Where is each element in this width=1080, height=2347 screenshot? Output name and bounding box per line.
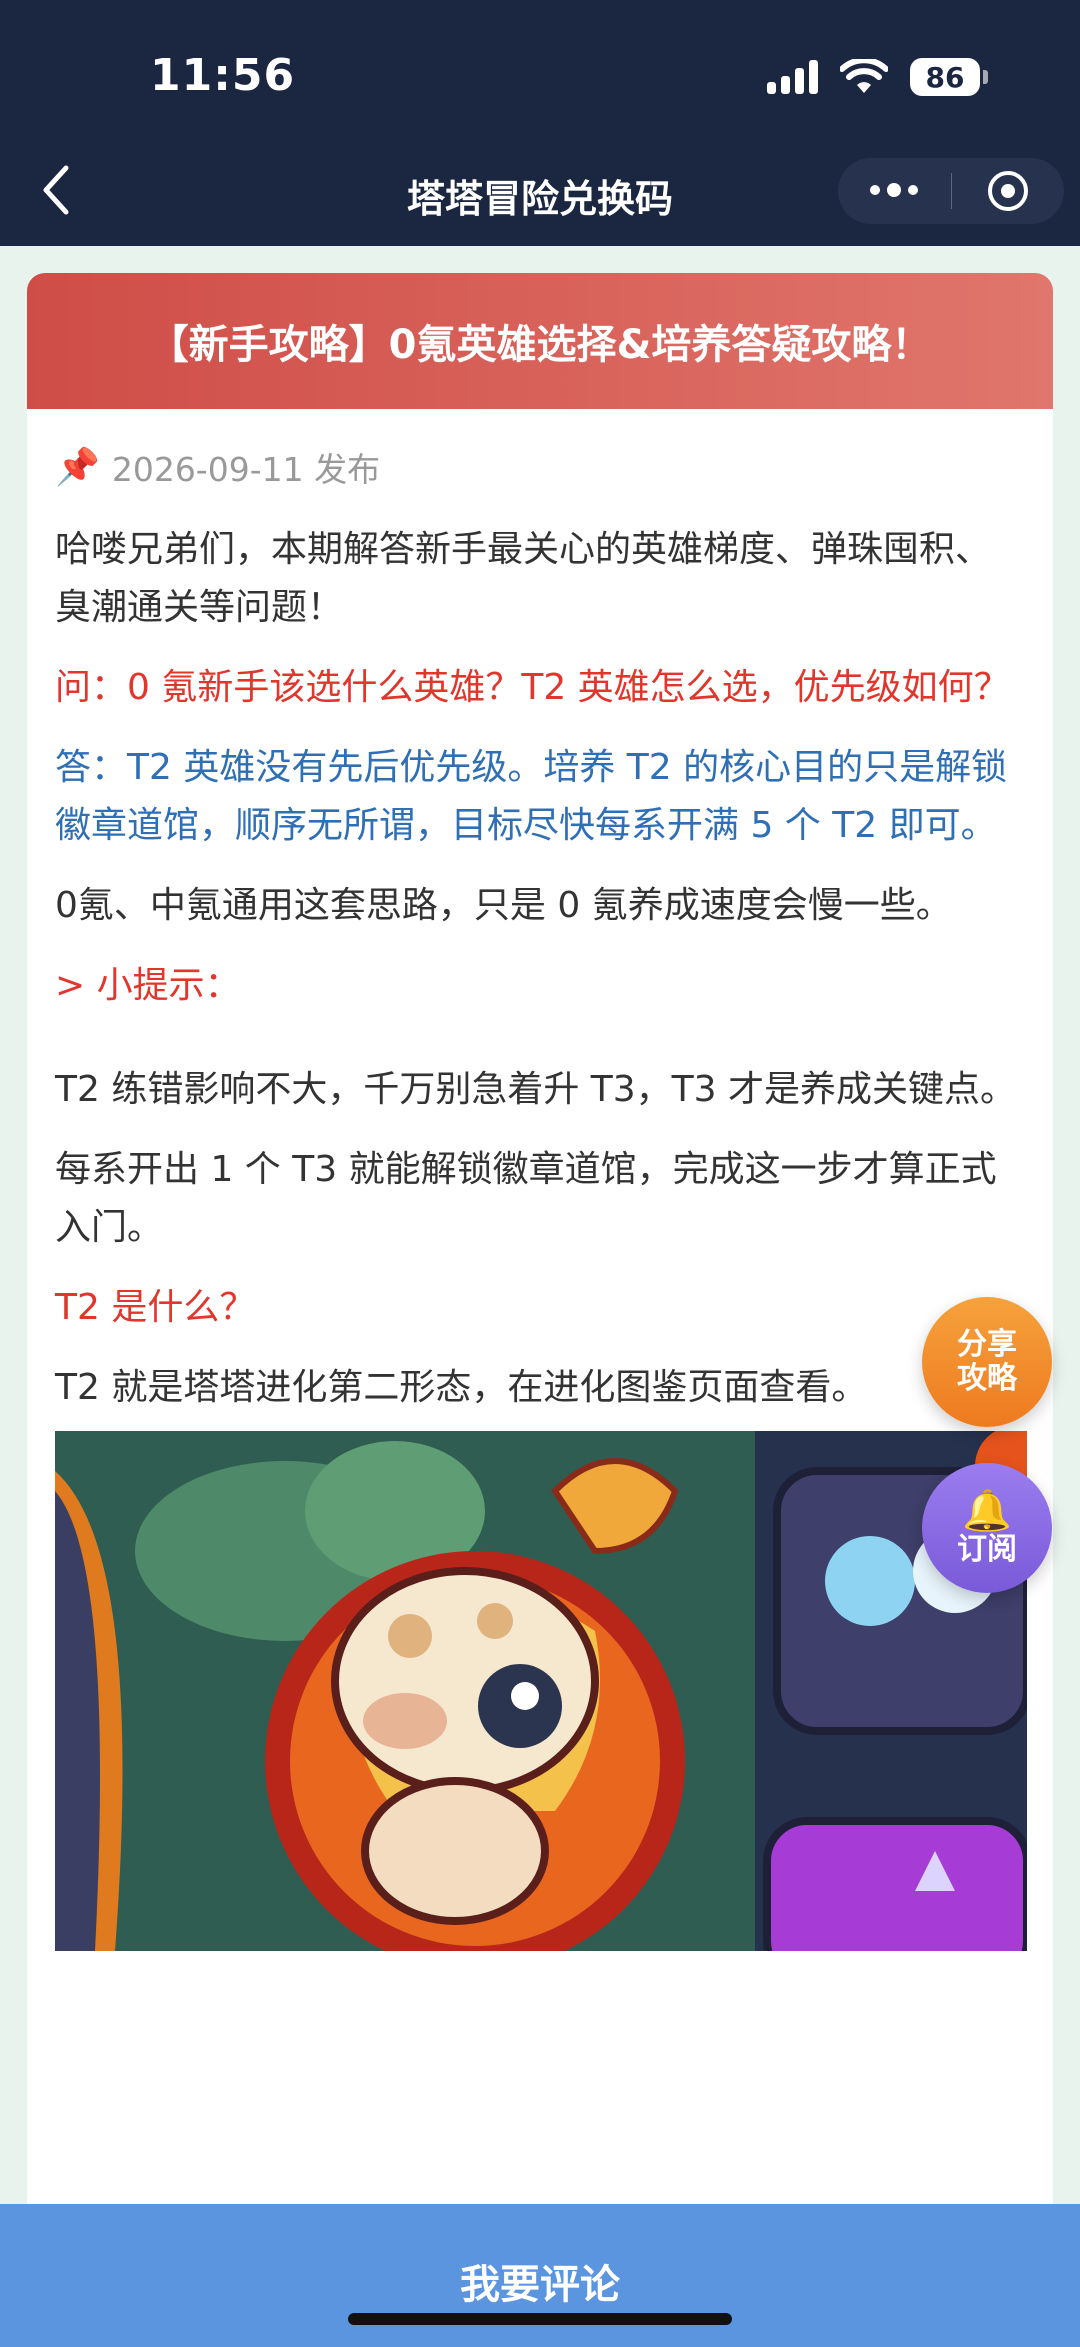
subscribe-button[interactable]: 🔔 订阅 — [922, 1463, 1052, 1593]
more-icon[interactable] — [838, 183, 951, 197]
tip-paragraph-1: T2 练错影响不大，千万别急着升 T3，T3 才是养成关键点。 — [55, 1069, 1017, 1110]
status-icons: 86 — [767, 58, 988, 96]
article-title: 【新手攻略】0氪英雄选择&培养答疑攻略！ — [27, 273, 1053, 409]
home-indicator[interactable] — [348, 2313, 732, 2325]
signal-icon — [767, 60, 818, 94]
article-content: 📌 2026-09-11 发布 哈喽兄弟们，本期解答新手最关心的英雄梯度、弹珠囤… — [27, 409, 1053, 1951]
comment-button[interactable]: 我要评论 — [0, 2204, 1080, 2347]
top-bar: 11:56 86 塔塔冒险兑换码 — [0, 0, 1080, 246]
battery-icon: 86 — [910, 58, 988, 96]
section-heading-t2: T2 是什么？ — [55, 1287, 256, 1328]
subscribe-label: 订阅 — [957, 1532, 1017, 1567]
date-text: 2026-09-11 发布 — [111, 450, 381, 489]
tip-heading: > 小提示： — [55, 965, 241, 1006]
close-mini-program-button[interactable] — [952, 171, 1065, 211]
article-card: 【新手攻略】0氪英雄选择&培养答疑攻略！ 📌 2026-09-11 发布 哈喽兄… — [27, 273, 1053, 2347]
pushpin-icon: 📌 — [55, 447, 100, 488]
share-label-line1: 分享 — [957, 1327, 1017, 1362]
game-screenshot-image — [55, 1431, 1027, 1951]
intro-paragraph: 哈喽兄弟们，本期解答新手最关心的英雄梯度、弹珠囤积、臭潮通关等问题！ — [55, 529, 992, 628]
answer-paragraph: 答：T2 英雄没有先后优先级。培养 T2 的核心目的只是解锁徽章道馆，顺序无所谓… — [55, 747, 1008, 846]
share-label-line2: 攻略 — [957, 1361, 1017, 1396]
question-paragraph: 问：0 氪新手该选什么英雄？T2 英雄怎么选，优先级如何？ — [55, 667, 1010, 708]
status-time: 11:56 — [150, 50, 296, 101]
bell-icon: 🔔 — [962, 1488, 1012, 1534]
t2-description: T2 就是塔塔进化第二形态，在进化图鉴页面查看。 — [55, 1367, 868, 1408]
tip-paragraph-2: 每系开出 1 个 T3 就能解锁徽章道馆，完成这一步才算正式入门。 — [55, 1149, 997, 1248]
mini-program-capsule — [838, 158, 1064, 224]
target-icon — [987, 171, 1028, 211]
share-guide-button[interactable]: 分享 攻略 — [922, 1297, 1052, 1427]
comment-label: 我要评论 — [460, 2262, 620, 2308]
note-paragraph: 0氪、中氪通用这套思路，只是 0 氪养成速度会慢一些。 — [55, 885, 952, 926]
publish-date: 📌 2026-09-11 发布 — [55, 443, 1025, 491]
wifi-icon — [840, 59, 888, 93]
